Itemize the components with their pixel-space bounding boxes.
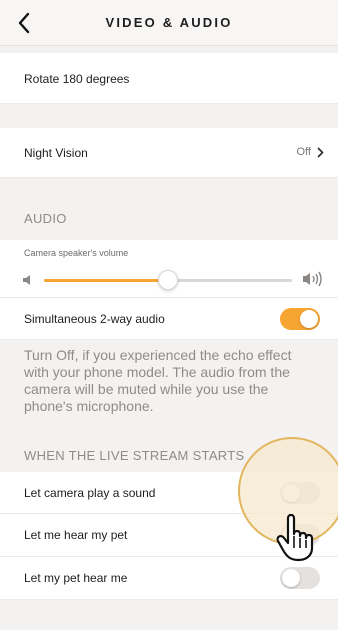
volume-slider[interactable] [44,270,292,290]
live-stream-section-title: WHEN THE LIVE STREAM STARTS [24,448,245,463]
two-way-audio-label: Simultaneous 2-way audio [24,312,165,326]
pet-hear-me-row: Let my pet hear me [0,557,338,600]
night-vision-row[interactable]: Night Vision Off [0,128,338,178]
page-title: VIDEO & AUDIO [105,15,233,30]
hear-pet-label: Let me hear my pet [24,528,128,542]
night-vision-value-text: Off [296,146,311,158]
volume-slider-fill [44,279,168,282]
navigation-bar: VIDEO & AUDIO [0,0,338,46]
chevron-right-icon [317,147,324,157]
volume-slider-thumb[interactable] [158,270,178,290]
speaker-low-icon [23,275,30,285]
toggle-knob [300,310,318,328]
night-vision-value[interactable]: Off [297,146,324,158]
audio-section-title: AUDIO [24,211,67,226]
night-vision-label: Night Vision [24,146,88,160]
video-audio-settings-screen: VIDEO & AUDIO Rotate 180 degrees Night V… [0,0,338,630]
two-way-audio-toggle[interactable] [280,308,320,330]
volume-label: Camera speaker's volume [24,248,129,258]
rotate-label: Rotate 180 degrees [24,72,130,86]
echo-note: Turn Off, if you experienced the echo ef… [24,347,292,414]
pet-hear-me-label: Let my pet hear me [24,571,128,585]
speaker-high-icon [303,271,322,287]
rotate-row[interactable]: Rotate 180 degrees [0,53,338,104]
pet-hear-me-toggle[interactable] [280,567,320,589]
tap-highlight [238,437,338,545]
toggle-knob [282,569,300,587]
play-sound-label: Let camera play a sound [24,486,156,500]
two-way-audio-row: Simultaneous 2-way audio [0,298,338,340]
